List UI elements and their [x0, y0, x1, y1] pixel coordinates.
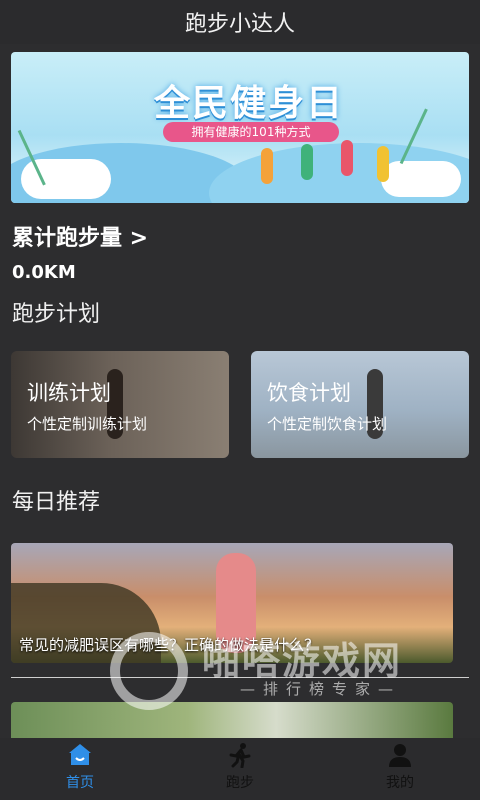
plans-section-title: 跑步计划 — [12, 302, 101, 327]
app-title: 跑步小达人 — [184, 12, 295, 37]
diet-plan-card[interactable]: 饮食计划 个性定制饮食计划 — [251, 351, 469, 458]
promo-banner[interactable]: 全民健身日 拥有健康的101种方式 — [11, 52, 469, 203]
tab-mine[interactable]: 我的 — [320, 738, 480, 800]
divider — [11, 677, 469, 678]
article-caption: 常见的减肥误区有哪些？正确的做法是什么？ — [19, 636, 320, 654]
plan-title: 饮食计划 — [267, 381, 351, 405]
banner-runner — [377, 146, 389, 182]
banner-runner — [341, 140, 353, 176]
article-card[interactable] — [11, 702, 453, 742]
bottom-tab-bar: 首页 跑步 我的 — [0, 738, 480, 800]
total-distance-link[interactable]: 累计跑步量 > — [12, 220, 148, 252]
app-bar: 跑步小达人 — [0, 0, 480, 44]
tab-label: 首页 — [66, 775, 94, 791]
plan-subtitle: 个性定制训练计划 — [27, 415, 148, 433]
banner-tagline: 拥有健康的101种方式 — [163, 122, 339, 142]
tab-home[interactable]: 首页 — [0, 738, 160, 800]
banner-runner — [301, 144, 313, 180]
watermark-sub: —排行榜专家— — [240, 680, 402, 698]
training-plan-card[interactable]: 训练计划 个性定制训练计划 — [11, 351, 229, 458]
banner-headline: 全民健身日 — [153, 83, 344, 124]
tab-label: 跑步 — [226, 775, 254, 791]
plan-subtitle: 个性定制饮食计划 — [267, 415, 388, 433]
tab-label: 我的 — [386, 775, 414, 791]
total-distance-value: 0.0KM — [12, 262, 76, 283]
banner-runner — [261, 148, 273, 184]
plan-title: 训练计划 — [27, 381, 111, 405]
article-card[interactable]: 常见的减肥误区有哪些？正确的做法是什么？ — [11, 543, 453, 663]
recommend-section-title: 每日推荐 — [12, 490, 101, 515]
runner-icon — [229, 743, 251, 768]
home-icon — [69, 744, 91, 765]
person-icon — [389, 744, 411, 767]
tab-run[interactable]: 跑步 — [160, 738, 320, 800]
